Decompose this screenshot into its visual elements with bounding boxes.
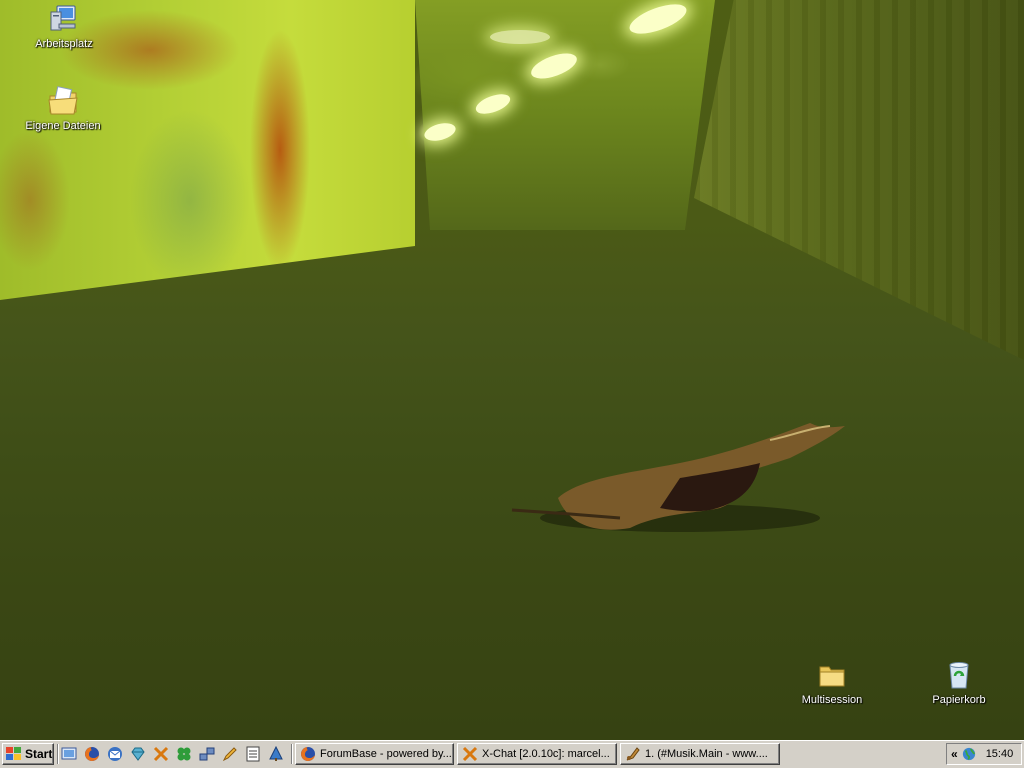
task-button-xchat[interactable]: X-Chat [2.0.10c]: marcel... [457,743,617,765]
desktop-icon-arbeitsplatz[interactable]: Arbeitsplatz [24,2,104,51]
desktop-icon-label: Arbeitsplatz [35,38,93,50]
windows-logo-icon [6,747,21,760]
task-button-mirc[interactable]: 1. (#Musik.Main - www.... [620,743,780,765]
wallpaper-leaf [511,423,845,532]
clover-icon[interactable] [176,746,192,762]
thunderbird-icon[interactable] [107,746,123,762]
tray-expand-button[interactable]: « [951,747,958,761]
my-computer-icon [50,5,76,31]
my-documents-icon [48,86,78,115]
folder-icon [819,666,845,687]
firefox-icon[interactable] [84,746,100,762]
desktop-icon-multisession[interactable]: Multisession [792,658,872,707]
wallpaper-right-wall [694,0,1024,360]
taskbar-separator [57,744,59,764]
tray-clock[interactable]: 15:40 [986,748,1014,760]
task-label: ForumBase - powered by... [320,748,452,760]
gem-icon[interactable] [130,746,146,762]
network-icon[interactable] [199,746,215,762]
desktop-icon-label: Multisession [801,694,863,706]
xchat-icon [462,746,478,762]
show-desktop-icon[interactable] [61,746,77,762]
pen-icon[interactable] [222,746,238,762]
start-label: Start [25,747,53,761]
mirc-icon [626,747,640,761]
recycle-bin-icon [949,662,969,689]
desktop-icon-papierkorb[interactable]: Papierkorb [919,658,999,707]
wallpaper-lamp [490,30,550,44]
wallpaper-corridor [415,0,715,230]
task-button-forumbase[interactable]: ForumBase - powered by... [295,743,454,765]
globe-icon[interactable] [962,747,976,761]
desktop-icon-label: Eigene Dateien [25,120,101,132]
desktop-icon-label: Papierkorb [932,694,986,706]
task-label: 1. (#Musik.Main - www.... [645,748,768,760]
taskbar-separator [291,744,293,764]
notepad-icon[interactable] [245,746,261,762]
firefox-icon [301,747,315,761]
start-button[interactable]: Start [2,743,54,765]
tree-icon[interactable] [268,746,284,762]
task-label: X-Chat [2.0.10c]: marcel... [482,748,610,760]
taskbar: Start ForumBase - powered by... X-Chat [… [0,740,1024,768]
xchat-icon[interactable] [153,746,169,762]
desktop-wallpaper [0,0,1024,740]
system-tray: « 15:40 [946,743,1022,765]
desktop-icon-eigene-dateien[interactable]: Eigene Dateien [23,84,103,133]
